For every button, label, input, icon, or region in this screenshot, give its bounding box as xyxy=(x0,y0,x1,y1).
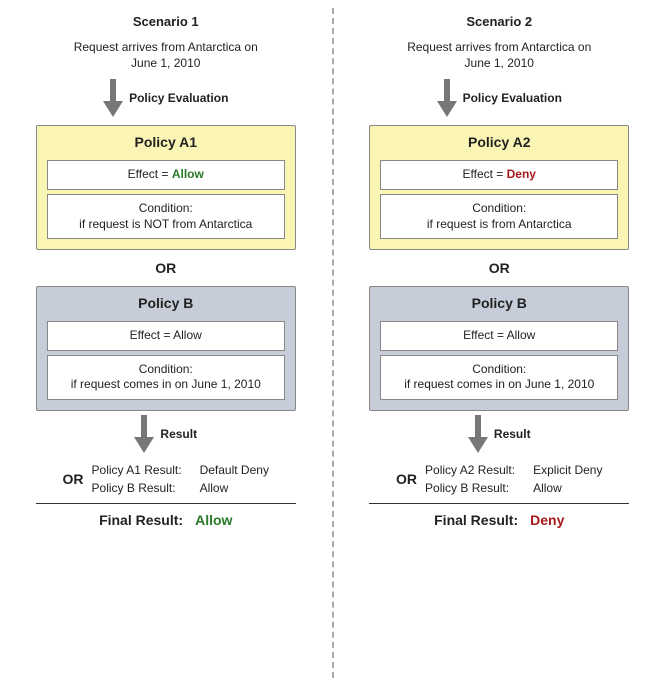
scenario-2-request: Request arrives from Antarctica on June … xyxy=(407,39,591,71)
request-line-2: June 1, 2010 xyxy=(131,56,200,70)
policy-a1-title: Policy A1 xyxy=(47,130,285,156)
arrow-result: Result xyxy=(134,415,197,453)
results-grid: Policy A1 Result: Default Deny Policy B … xyxy=(92,463,269,495)
policy-b-card-right: Policy B Effect = Allow Condition: if re… xyxy=(369,286,629,411)
policy-b-result-label: Policy B Result: xyxy=(425,481,515,495)
result-divider xyxy=(36,503,296,504)
down-arrow-icon xyxy=(103,79,123,117)
final-result-label: Final Result: xyxy=(99,512,183,528)
final-result-line: Final Result: Deny xyxy=(434,512,564,528)
policy-b-title: Policy B xyxy=(47,291,285,317)
policy-b-condition: Condition: if request comes in on June 1… xyxy=(47,355,285,400)
policy-a1-result-value: Default Deny xyxy=(200,463,269,477)
scenario-2-title: Scenario 2 xyxy=(466,14,532,29)
policy-b-card-left: Policy B Effect = Allow Condition: if re… xyxy=(36,286,296,411)
condition-prefix: Condition: xyxy=(139,201,193,215)
policy-a2-result-label: Policy A2 Result: xyxy=(425,463,515,477)
policy-a2-card: Policy A2 Effect = Deny Condition: if re… xyxy=(369,125,629,250)
effect-prefix: Effect = xyxy=(463,167,507,181)
condition-text: if request is from Antarctica xyxy=(427,217,572,231)
effect-value: Allow xyxy=(507,328,536,342)
final-result-value: Deny xyxy=(530,512,564,528)
policy-a1-condition: Condition: if request is NOT from Antarc… xyxy=(47,194,285,239)
policy-b-condition: Condition: if request comes in on June 1… xyxy=(380,355,618,400)
down-arrow-icon xyxy=(437,79,457,117)
policy-a2-condition: Condition: if request is from Antarctica xyxy=(380,194,618,239)
effect-prefix: Effect = xyxy=(463,328,506,342)
final-result-label: Final Result: xyxy=(434,512,518,528)
or-in-results: OR xyxy=(396,471,417,487)
policy-b-title: Policy B xyxy=(380,291,618,317)
policy-b-result-value: Allow xyxy=(200,481,269,495)
results-block: OR Policy A1 Result: Default Deny Policy… xyxy=(63,463,269,495)
arrow-policy-evaluation: Policy Evaluation xyxy=(103,79,228,117)
scenario-1-request: Request arrives from Antarctica on June … xyxy=(74,39,258,71)
request-line-1: Request arrives from Antarctica on xyxy=(407,40,591,54)
result-label: Result xyxy=(160,427,197,441)
policy-a1-card: Policy A1 Effect = Allow Condition: if r… xyxy=(36,125,296,250)
effect-value: Allow xyxy=(172,167,204,181)
effect-value: Allow xyxy=(173,328,202,342)
condition-prefix: Condition: xyxy=(139,362,193,376)
policy-a2-effect: Effect = Deny xyxy=(380,160,618,190)
policy-evaluation-label: Policy Evaluation xyxy=(129,91,228,105)
scenario-1-column: Scenario 1 Request arrives from Antarcti… xyxy=(0,0,332,678)
scenario-1-title: Scenario 1 xyxy=(133,14,199,29)
result-divider xyxy=(369,503,629,504)
condition-prefix: Condition: xyxy=(472,201,526,215)
condition-text: if request is NOT from Antarctica xyxy=(79,217,252,231)
policy-b-effect: Effect = Allow xyxy=(47,321,285,351)
policy-b-effect: Effect = Allow xyxy=(380,321,618,351)
diagram-columns: Scenario 1 Request arrives from Antarcti… xyxy=(0,0,665,678)
condition-prefix: Condition: xyxy=(472,362,526,376)
down-arrow-icon xyxy=(134,415,154,453)
policy-b-result-label: Policy B Result: xyxy=(92,481,182,495)
final-result-line: Final Result: Allow xyxy=(99,512,232,528)
down-arrow-icon xyxy=(468,415,488,453)
policy-a1-result-label: Policy A1 Result: xyxy=(92,463,182,477)
policy-a1-effect: Effect = Allow xyxy=(47,160,285,190)
scenario-2-column: Scenario 2 Request arrives from Antarcti… xyxy=(334,0,665,678)
or-in-results: OR xyxy=(63,471,84,487)
policy-a2-title: Policy A2 xyxy=(380,130,618,156)
or-between-policies: OR xyxy=(489,260,510,276)
or-between-policies: OR xyxy=(155,260,176,276)
result-label: Result xyxy=(494,427,531,441)
condition-text: if request comes in on June 1, 2010 xyxy=(404,377,594,391)
condition-text: if request comes in on June 1, 2010 xyxy=(71,377,261,391)
request-line-1: Request arrives from Antarctica on xyxy=(74,40,258,54)
effect-prefix: Effect = xyxy=(128,167,172,181)
effect-prefix: Effect = xyxy=(130,328,173,342)
results-block: OR Policy A2 Result: Explicit Deny Polic… xyxy=(396,463,602,495)
effect-value: Deny xyxy=(507,167,536,181)
final-result-value: Allow xyxy=(195,512,232,528)
policy-b-result-value: Allow xyxy=(533,481,602,495)
results-grid: Policy A2 Result: Explicit Deny Policy B… xyxy=(425,463,602,495)
policy-a2-result-value: Explicit Deny xyxy=(533,463,602,477)
arrow-result: Result xyxy=(468,415,531,453)
request-line-2: June 1, 2010 xyxy=(465,56,534,70)
policy-evaluation-label: Policy Evaluation xyxy=(463,91,562,105)
arrow-policy-evaluation: Policy Evaluation xyxy=(437,79,562,117)
